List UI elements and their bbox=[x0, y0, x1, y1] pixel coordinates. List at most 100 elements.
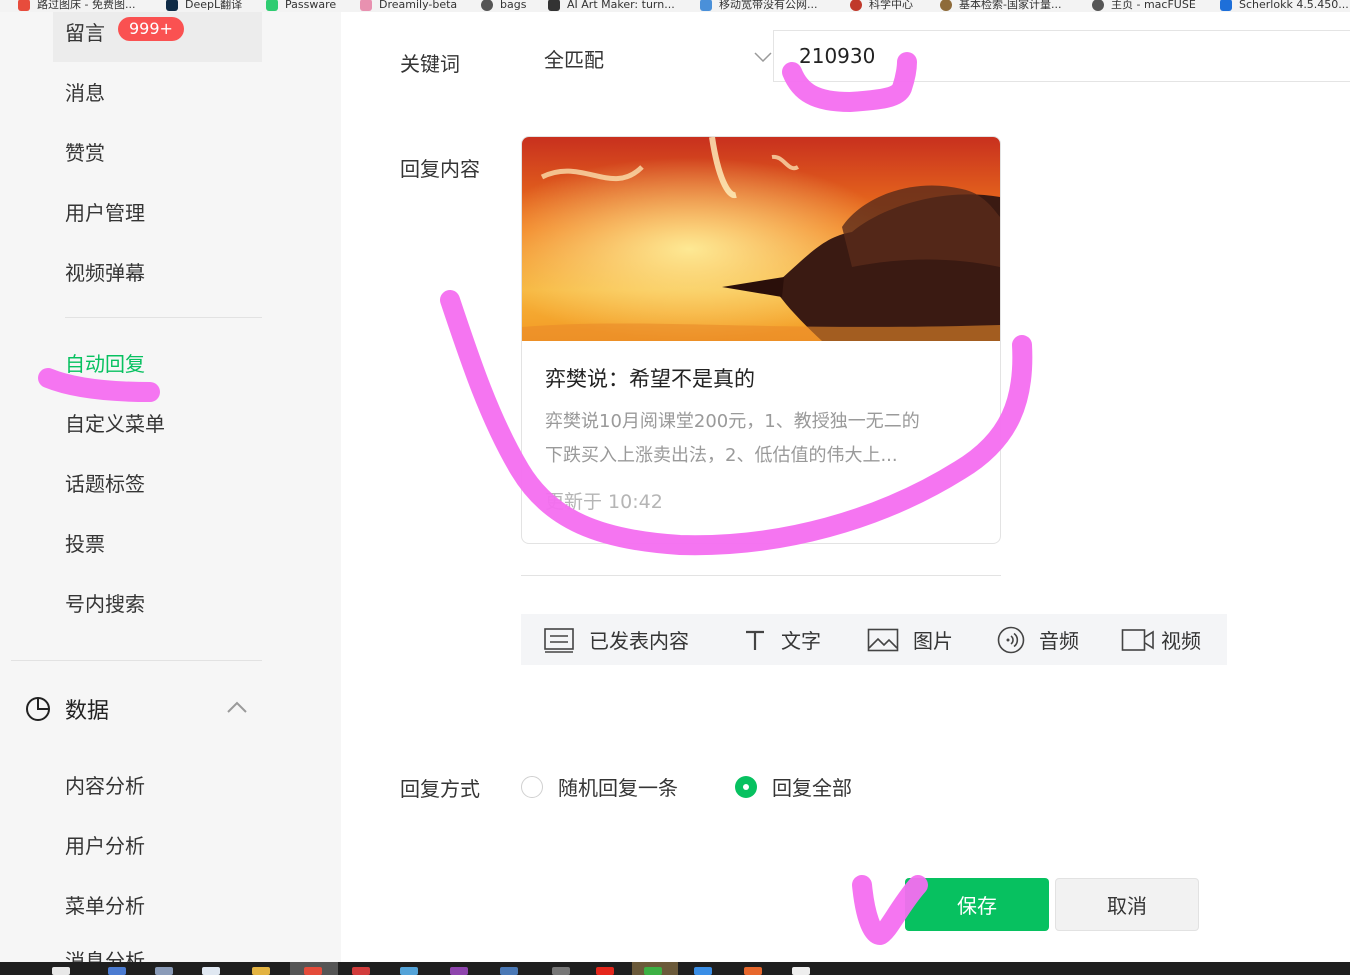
sidebar-item-user-analysis[interactable]: 用户分析 bbox=[65, 832, 145, 860]
sidebar-group-data-label: 数据 bbox=[65, 699, 110, 724]
video-icon bbox=[1121, 628, 1154, 651]
taskbar-app-icon[interactable] bbox=[596, 967, 614, 975]
article-description-line: 下跌买入上涨卖出法，2、低估值的伟大上... bbox=[545, 445, 898, 466]
reply-mode-label: 回复方式 bbox=[400, 777, 480, 801]
bookmark-icon bbox=[1220, 0, 1232, 11]
taskbar-app-icon[interactable] bbox=[352, 967, 370, 975]
tool-text[interactable]: 文字 bbox=[743, 614, 821, 665]
sidebar-item-in-account-search[interactable]: 号内搜索 bbox=[65, 590, 145, 618]
reply-content-label: 回复内容 bbox=[400, 157, 480, 181]
bookmark-item[interactable]: 科学中心 bbox=[850, 0, 913, 11]
match-mode-select[interactable]: 全匹配 bbox=[544, 32, 772, 84]
auto-reply-form: 关键词 全匹配 回复内容 bbox=[341, 12, 1350, 962]
tool-audio-label: 音频 bbox=[1039, 629, 1079, 653]
taskbar-app-icon[interactable] bbox=[52, 967, 70, 975]
article-card[interactable]: 弈樊说：希望不是真的 弈樊说10月阅课堂200元，1、教授独一无二的 下跌买入上… bbox=[521, 136, 1001, 544]
tool-image-label: 图片 bbox=[913, 629, 953, 653]
sidebar-item-video-danmaku[interactable]: 视频弹幕 bbox=[65, 259, 145, 287]
match-mode-value: 全匹配 bbox=[544, 47, 604, 72]
sidebar-item-content-analysis[interactable]: 内容分析 bbox=[65, 772, 145, 800]
article-title: 弈樊说：希望不是真的 bbox=[545, 367, 755, 391]
taskbar-app-icon[interactable] bbox=[644, 967, 662, 975]
chevron-up-icon[interactable] bbox=[226, 700, 248, 714]
sidebar-item-messages[interactable]: 消息 bbox=[65, 79, 105, 107]
sidebar-divider bbox=[65, 317, 262, 318]
tool-video-label: 视频 bbox=[1161, 629, 1201, 653]
article-description-line: 弈樊说10月阅课堂200元，1、教授独一无二的 bbox=[545, 411, 920, 432]
bookmark-icon bbox=[481, 0, 493, 11]
taskbar-app-icon[interactable] bbox=[552, 967, 570, 975]
cancel-button[interactable]: 取消 bbox=[1055, 878, 1199, 931]
bookmark-icon bbox=[166, 0, 178, 11]
bookmark-item[interactable]: DeepL翻译 bbox=[166, 0, 242, 11]
bookmark-item[interactable]: bags bbox=[481, 0, 526, 11]
reply-mode-random-label: 随机回复一条 bbox=[558, 776, 678, 800]
bookmark-item[interactable]: 路过图床 - 免费图... bbox=[18, 0, 135, 11]
content-divider bbox=[521, 575, 1001, 576]
sidebar-item-user-management[interactable]: 用户管理 bbox=[65, 199, 145, 227]
sidebar-item-rewards[interactable]: 赞赏 bbox=[65, 139, 105, 167]
bookmark-icon bbox=[850, 0, 862, 11]
save-button[interactable]: 保存 bbox=[905, 878, 1049, 931]
sidebar-divider bbox=[11, 660, 262, 661]
tool-video[interactable]: 视频 bbox=[1121, 614, 1201, 665]
os-taskbar bbox=[0, 962, 1350, 975]
bookmark-icon bbox=[548, 0, 560, 11]
pie-chart-icon bbox=[26, 697, 50, 721]
bookmark-item[interactable]: 主页 - macFUSE bbox=[1092, 0, 1196, 11]
sidebar-item-message-analysis[interactable]: 消息分析 bbox=[65, 947, 145, 962]
image-icon bbox=[867, 628, 899, 651]
sidebar-item-topic-tags[interactable]: 话题标签 bbox=[65, 470, 145, 498]
article-cover-image bbox=[522, 137, 1000, 341]
content-type-toolbar: 已发表内容 文字 图片 音频 视频 bbox=[521, 614, 1227, 665]
bookmark-item[interactable]: Scherlokk 4.5.450... bbox=[1220, 0, 1349, 11]
bookmark-item[interactable]: AI Art Maker: turn... bbox=[548, 0, 675, 11]
taskbar-app-icon[interactable] bbox=[744, 967, 762, 975]
bookmark-icon bbox=[700, 0, 712, 11]
tool-published-label: 已发表内容 bbox=[589, 629, 689, 653]
tool-audio[interactable]: 音频 bbox=[997, 614, 1079, 665]
tool-image[interactable]: 图片 bbox=[867, 614, 953, 665]
sidebar-item-menu-analysis[interactable]: 菜单分析 bbox=[65, 892, 145, 920]
sidebar: 留言 999+ 消息 赞赏 用户管理 视频弹幕 自动回复 自定义菜单 话题标签 … bbox=[0, 12, 341, 962]
tool-published-content[interactable]: 已发表内容 bbox=[543, 614, 689, 665]
sidebar-item-comments-label[interactable]: 留言 bbox=[65, 19, 105, 47]
sidebar-group-data[interactable]: 数据 bbox=[25, 692, 255, 726]
keyword-input[interactable] bbox=[773, 30, 1350, 82]
reply-mode-all-label: 回复全部 bbox=[772, 776, 852, 800]
reply-mode-random-option[interactable]: 随机回复一条 bbox=[521, 772, 678, 801]
taskbar-app-icon[interactable] bbox=[694, 967, 712, 975]
tool-text-label: 文字 bbox=[781, 629, 821, 653]
taskbar-app-icon[interactable] bbox=[108, 967, 126, 975]
reply-mode-all-option[interactable]: 回复全部 bbox=[735, 772, 852, 801]
chevron-down-icon bbox=[754, 52, 772, 62]
taskbar-app-icon[interactable] bbox=[500, 967, 518, 975]
text-icon bbox=[746, 630, 764, 650]
taskbar-app-icon[interactable] bbox=[792, 967, 810, 975]
bookmarks-bar: 路过图床 - 免费图... DeepL翻译 Passware Dreamily-… bbox=[0, 0, 1350, 12]
keyword-label: 关键词 bbox=[400, 52, 460, 76]
radio-checked[interactable] bbox=[735, 775, 757, 798]
bookmark-item[interactable]: Passware bbox=[266, 0, 336, 11]
taskbar-app-icon[interactable] bbox=[400, 967, 418, 975]
published-content-icon bbox=[544, 627, 574, 653]
bookmark-item[interactable]: 移动宽带没有公网... bbox=[700, 0, 818, 11]
bookmark-icon bbox=[1092, 0, 1104, 11]
taskbar-app-icon[interactable] bbox=[450, 967, 468, 975]
sidebar-item-vote[interactable]: 投票 bbox=[65, 530, 105, 558]
sidebar-item-custom-menu[interactable]: 自定义菜单 bbox=[65, 410, 165, 438]
taskbar-app-icon[interactable] bbox=[304, 967, 322, 975]
sidebar-item-auto-reply[interactable]: 自动回复 bbox=[65, 350, 145, 378]
audio-icon bbox=[997, 626, 1025, 653]
bookmark-icon bbox=[360, 0, 372, 11]
article-updated-time: 更新于 10:42 bbox=[545, 491, 663, 513]
bookmark-item[interactable]: 基本检索-国家计量... bbox=[940, 0, 1061, 11]
taskbar-app-icon[interactable] bbox=[202, 967, 220, 975]
radio-unchecked[interactable] bbox=[521, 775, 543, 798]
bookmark-item[interactable]: Dreamily-beta bbox=[360, 0, 457, 11]
comments-badge: 999+ bbox=[118, 17, 184, 41]
bookmark-icon bbox=[18, 0, 30, 11]
article-description: 弈樊说10月阅课堂200元，1、教授独一无二的 下跌买入上涨卖出法，2、低估值的… bbox=[545, 405, 977, 473]
taskbar-app-icon[interactable] bbox=[155, 967, 173, 975]
taskbar-app-icon[interactable] bbox=[252, 967, 270, 975]
